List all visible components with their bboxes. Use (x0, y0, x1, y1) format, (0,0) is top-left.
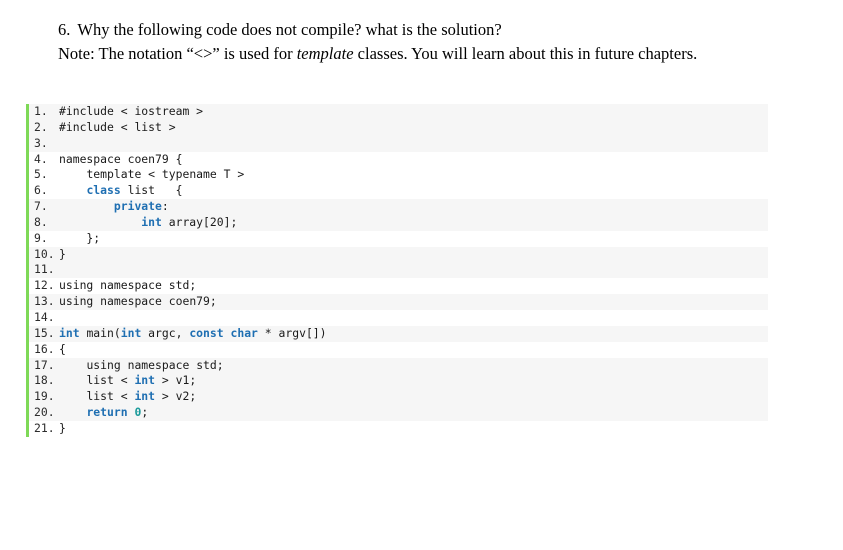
code-source: return 0; (86, 405, 149, 420)
code-line: 2. #include < list > (29, 119, 768, 136)
line-number: 10. (34, 246, 55, 261)
code-keyword: char (230, 325, 258, 340)
line-number: 17. (34, 357, 55, 372)
code-line: 9. }; (29, 230, 768, 247)
page-root: 6. Why the following code does not compil… (0, 0, 843, 550)
line-number: 11. (34, 262, 55, 277)
code-source: namespace coen79 { (59, 151, 183, 166)
code-line: 18. list < int > v1; (29, 373, 768, 390)
code-line: 11. (29, 262, 768, 279)
code-keyword: int (134, 373, 156, 388)
line-number: 21. (34, 420, 55, 435)
line-number: 2. (34, 119, 48, 134)
code-source: using namespace coen79; (59, 294, 217, 309)
code-source: #include < list > (59, 119, 176, 134)
code-source: list < int > v2; (86, 389, 197, 404)
code-line: 6. class list { (29, 183, 768, 200)
question-number: 6. (58, 20, 71, 39)
code-source: } (59, 420, 66, 435)
line-number: 20. (34, 405, 55, 420)
code-keyword: int (59, 325, 80, 340)
code-line: 17. using namespace std; (29, 357, 768, 374)
code-source: template < typename T > (86, 167, 245, 182)
line-number: 7. (34, 199, 48, 214)
code-line: 3. (29, 135, 768, 152)
code-line: 10.} (29, 246, 768, 263)
code-keyword: int (134, 389, 156, 404)
line-number: 14. (34, 309, 55, 324)
code-line: 15. int main(int argc, const char * argv[… (29, 325, 768, 342)
note-italic-term: template (296, 43, 354, 63)
line-number: 9. (34, 230, 48, 245)
code-line: 4. namespace coen79 { (29, 151, 768, 168)
code-number-literal: 0 (134, 405, 142, 420)
question-note: Note: The notation “<>” is used for temp… (58, 42, 770, 66)
code-keyword: const (189, 325, 224, 340)
note-prefix: Note: The notation “<>” is used for (58, 43, 297, 63)
code-line: 5. template < typename T > (29, 167, 768, 184)
code-source: } (59, 246, 66, 261)
line-number: 4. (34, 151, 48, 166)
line-number: 15. (34, 325, 55, 340)
line-number: 6. (34, 183, 48, 198)
code-line: 12. using namespace std; (29, 278, 768, 295)
code-source: int main(int argc, const char * argv[]) (59, 325, 327, 340)
code-block: 1. #include < iostream > 2. #include < list… (26, 104, 768, 437)
code-source: using namespace std; (59, 278, 197, 293)
code-source: class list { (86, 183, 183, 198)
code-source: int array[20]; (141, 214, 238, 229)
code-line: 8. int array[20]; (29, 214, 768, 231)
code-keyword: int (120, 325, 142, 340)
line-number: 13. (34, 294, 55, 309)
question-line-1: 6. Why the following code does not compil… (58, 18, 770, 42)
code-line: 14. (29, 309, 768, 326)
line-number: 8. (34, 214, 48, 229)
code-source: using namespace std; (86, 357, 224, 372)
code-line: 21.} (29, 420, 768, 437)
code-keyword: private (113, 199, 162, 214)
code-source: { (59, 341, 66, 356)
line-number: 12. (34, 278, 55, 293)
code-line: 13. using namespace coen79; (29, 294, 768, 310)
code-line: 7. private: (29, 199, 768, 215)
line-number: 1. (34, 104, 48, 118)
code-source: #include < iostream > (59, 104, 204, 118)
question-block: 6. Why the following code does not compil… (58, 18, 770, 65)
code-line: 19. list < int > v2; (29, 389, 768, 406)
code-keyword: int (141, 214, 162, 229)
code-source: }; (59, 230, 101, 245)
code-line: 1. #include < iostream > (29, 104, 768, 120)
code-line: 16. { (29, 341, 768, 358)
line-number: 19. (34, 389, 55, 404)
line-number: 18. (34, 373, 55, 388)
note-suffix: classes. You will learn about this in fu… (353, 43, 698, 63)
code-keyword: return (86, 405, 128, 420)
code-source: list < int > v1; (86, 373, 197, 388)
code-keyword: class (86, 183, 121, 198)
code-source: private: (113, 199, 169, 214)
line-number: 3. (34, 135, 48, 150)
code-line: 20. return 0; (29, 405, 768, 421)
line-number: 16. (34, 341, 55, 356)
line-number: 5. (34, 167, 48, 182)
question-text: Why the following code does not compile?… (77, 20, 502, 39)
